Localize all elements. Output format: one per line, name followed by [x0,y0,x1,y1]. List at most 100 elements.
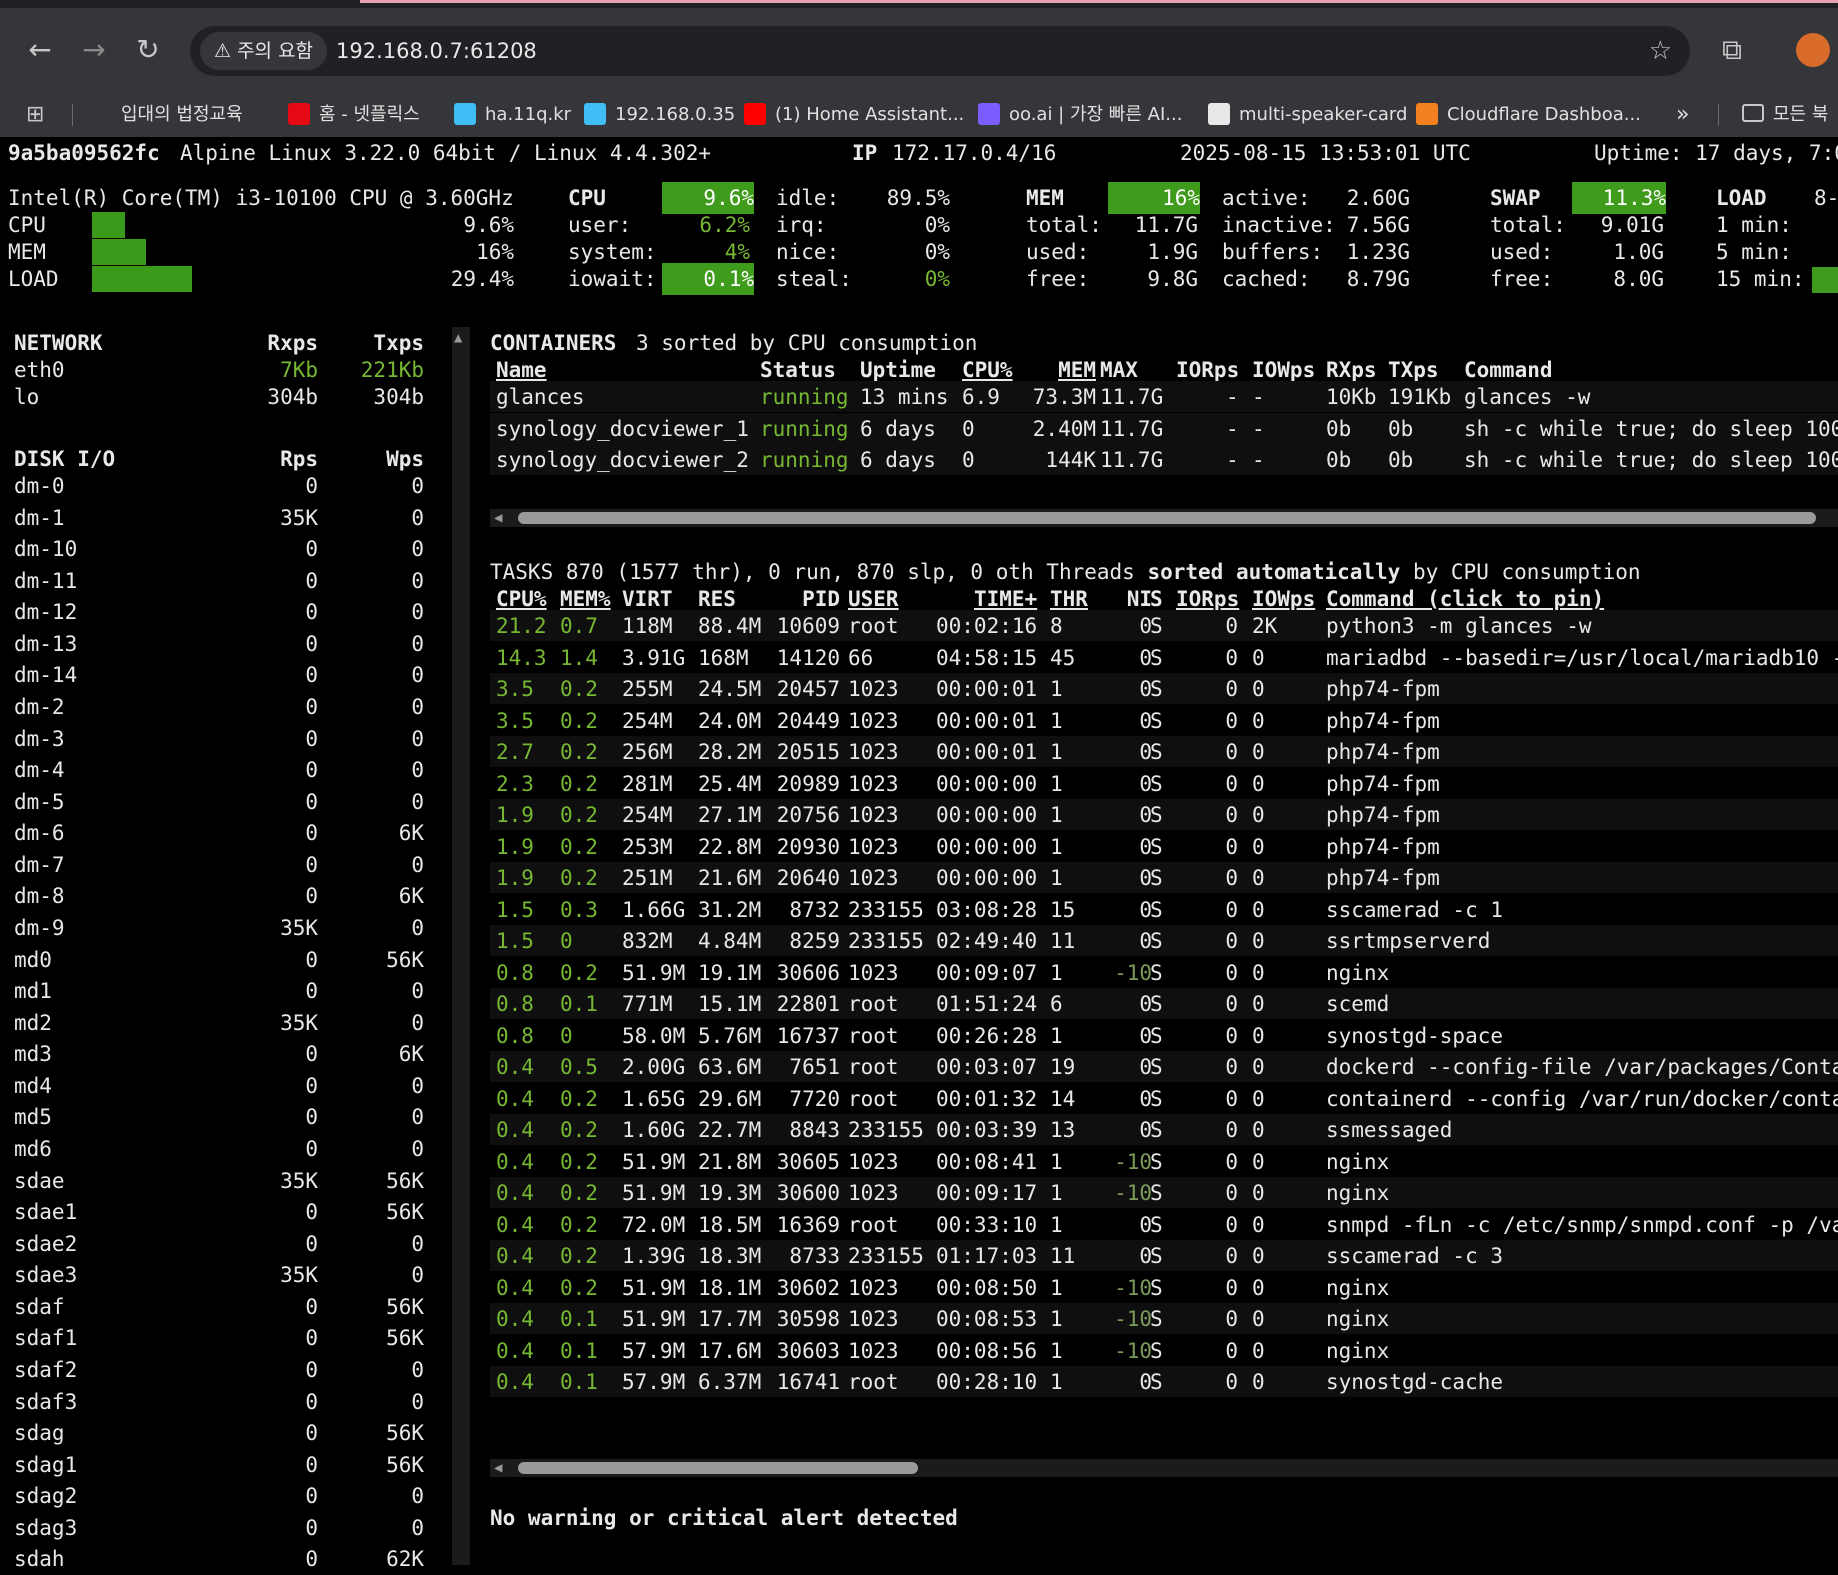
quicklook-bar [92,266,192,292]
scroll-up-icon[interactable]: ▲ [454,331,462,345]
process-cell-thr: 1 [1050,1149,1063,1174]
process-cell-cpu: 0.4 [496,1307,534,1331]
all-bookmarks-label: 모든 북 [1773,104,1829,125]
process-cell-cmd[interactable]: snmpd -fLn -c /etc/snmp/snmpd.conf -p /v… [1326,1209,1838,1241]
process-cell-cpu: 0.4 [496,1181,534,1205]
process-cell-cmd[interactable]: nginx [1326,957,1389,989]
process-cell-s: S [1150,1275,1163,1300]
more-bookmarks-icon[interactable]: » [1676,92,1689,137]
scroll-left-icon[interactable]: ◀ [494,509,502,527]
bookmark-item[interactable]: 입대의 법정교육 [90,92,243,137]
process-cell-cmd[interactable]: php74-fpm [1326,862,1440,894]
process-cell-user: 1023 [848,960,899,985]
extensions-icon[interactable]: ⧉ [1712,30,1752,70]
container-cell-rxps: 10Kb [1326,385,1377,409]
process-cell-virt: 51.9M [622,1307,686,1331]
sidebar-scrollbar[interactable]: ▲ [452,327,470,1565]
containers-hscrollbar[interactable]: ◀ [490,509,1838,527]
process-cell-pid: 20457 [776,677,840,701]
process-cell-cmd[interactable]: nginx [1326,1177,1389,1209]
process-cell-cmd[interactable]: php74-fpm [1326,673,1440,705]
disk-name: dm-0 [14,474,65,498]
process-cell-user: root [848,1055,899,1079]
bookmark-item[interactable]: Cloudflare Dashboa... [1416,92,1641,137]
all-bookmarks-folder[interactable]: 모든 북 [1742,92,1828,137]
process-cell-cmd[interactable]: synostgd-space [1326,1020,1503,1052]
process-cell-cmd[interactable]: nginx [1326,1146,1389,1178]
process-cell-cmd[interactable]: containerd --config /var/run/docker/cont… [1326,1083,1838,1115]
process-cell-cmd[interactable]: nginx [1326,1335,1389,1367]
process-cell-ior: 0 [1225,897,1238,922]
disk-write-value: 0 [411,1073,424,1098]
process-cell-cmd[interactable]: ssmessaged [1326,1114,1452,1146]
process-cell-thr: 6 [1050,992,1063,1016]
process-row-stripe [490,1366,1838,1397]
scroll-left-icon[interactable]: ◀ [494,1459,502,1477]
process-cell-pid: 16737 [776,1023,840,1048]
containers-scroll-thumb[interactable] [518,512,1816,524]
process-cell-cmd[interactable]: nginx [1326,1272,1389,1304]
forward-icon[interactable]: → [74,30,114,70]
process-cell-user: 1023 [848,1149,899,1174]
apps-grid-icon[interactable]: ⊞ [26,92,44,137]
process-cell-mem: 1.4 [560,645,598,670]
process-cell-ior: 0 [1225,771,1238,796]
process-cell-user: 1023 [848,1275,899,1300]
process-cell-cmd[interactable]: mariadbd --basedir=/usr/local/mariadb10 … [1326,642,1838,674]
process-cell-cmd[interactable]: python3 -m glances -w [1326,610,1592,642]
reload-icon[interactable]: ↻ [128,30,168,70]
container-cell-cpu: 0 [962,448,975,472]
process-cell-iow: 0 [1252,992,1265,1016]
process-cell-cmd[interactable]: php74-fpm [1326,831,1440,863]
process-cell-mem: 0.2 [560,771,598,796]
disk-write-value: 0 [411,979,424,1004]
process-cell-pid: 30598 [776,1307,840,1331]
load-cores: 8- [1814,186,1838,210]
ip-label: IP [852,141,878,165]
disk-write-value: 56K [386,1452,424,1477]
process-cell-time: 00:00:00 [936,803,1038,827]
process-cell-cpu: 0.4 [496,1212,534,1237]
security-warning-chip[interactable]: ⚠ 주의 요함 [200,32,328,70]
process-cell-pid: 30602 [776,1275,840,1300]
disk-write-value: 56K [386,1326,424,1351]
process-cell-cmd[interactable]: php74-fpm [1326,705,1440,737]
process-cell-res: 18.3M [698,1244,762,1268]
process-cell-ni: 0 [1139,614,1152,638]
bookmark-star-icon[interactable]: ☆ [1649,26,1672,76]
process-hscrollbar[interactable]: ◀ [490,1459,1838,1477]
process-cell-ni: -10 [1114,1275,1152,1300]
process-cell-cmd[interactable]: ssrtmpserverd [1326,925,1490,957]
profile-avatar[interactable] [1796,33,1830,67]
process-cell-cmd[interactable]: scemd [1326,988,1389,1020]
process-cell-cmd[interactable]: php74-fpm [1326,768,1440,800]
back-icon[interactable]: ← [20,30,60,70]
process-scroll-thumb[interactable] [518,1462,918,1474]
process-cell-iow: 2K [1252,614,1278,638]
process-cell-cmd[interactable]: dockerd --config-file /var/packages/Cont… [1326,1051,1838,1083]
process-cell-cmd[interactable]: sscamerad -c 1 [1326,894,1503,926]
process-cell-time: 04:58:15 [936,645,1038,670]
process-cell-ior: 0 [1225,645,1238,670]
process-cell-cmd[interactable]: php74-fpm [1326,736,1440,768]
process-cell-cmd[interactable]: php74-fpm [1326,799,1440,831]
process-cell-virt: 832M [622,929,673,953]
process-cell-virt: 51.9M [622,1149,686,1174]
process-cell-ni: 0 [1139,708,1152,733]
process-cell-cmd[interactable]: synostgd-cache [1326,1366,1503,1398]
url-text[interactable]: 192.168.0.7:61208 [336,26,537,76]
bookmark-item[interactable]: oo.ai | 가장 빠른 AI... [978,92,1182,137]
process-cell-cmd[interactable]: sscamerad -c 3 [1326,1240,1503,1272]
bookmark-item[interactable]: (1) Home Assistant... [744,92,964,137]
process-cell-time: 01:17:03 [936,1244,1038,1268]
disk-write-value: 0 [411,631,424,656]
address-bar[interactable]: ⚠ 주의 요함 192.168.0.7:61208 ☆ [190,26,1690,76]
process-cell-cmd[interactable]: nginx [1326,1303,1389,1335]
disk-name: dm-7 [14,852,65,877]
disk-write-value: 0 [411,726,424,751]
bookmark-item[interactable]: multi-speaker-card [1208,92,1407,137]
bookmark-item[interactable]: 192.168.0.35 [584,92,735,137]
bookmark-item[interactable]: 홈 - 넷플릭스 [288,92,420,137]
process-cell-iow: 0 [1252,1023,1265,1048]
bookmark-item[interactable]: ha.11q.kr [454,92,571,137]
